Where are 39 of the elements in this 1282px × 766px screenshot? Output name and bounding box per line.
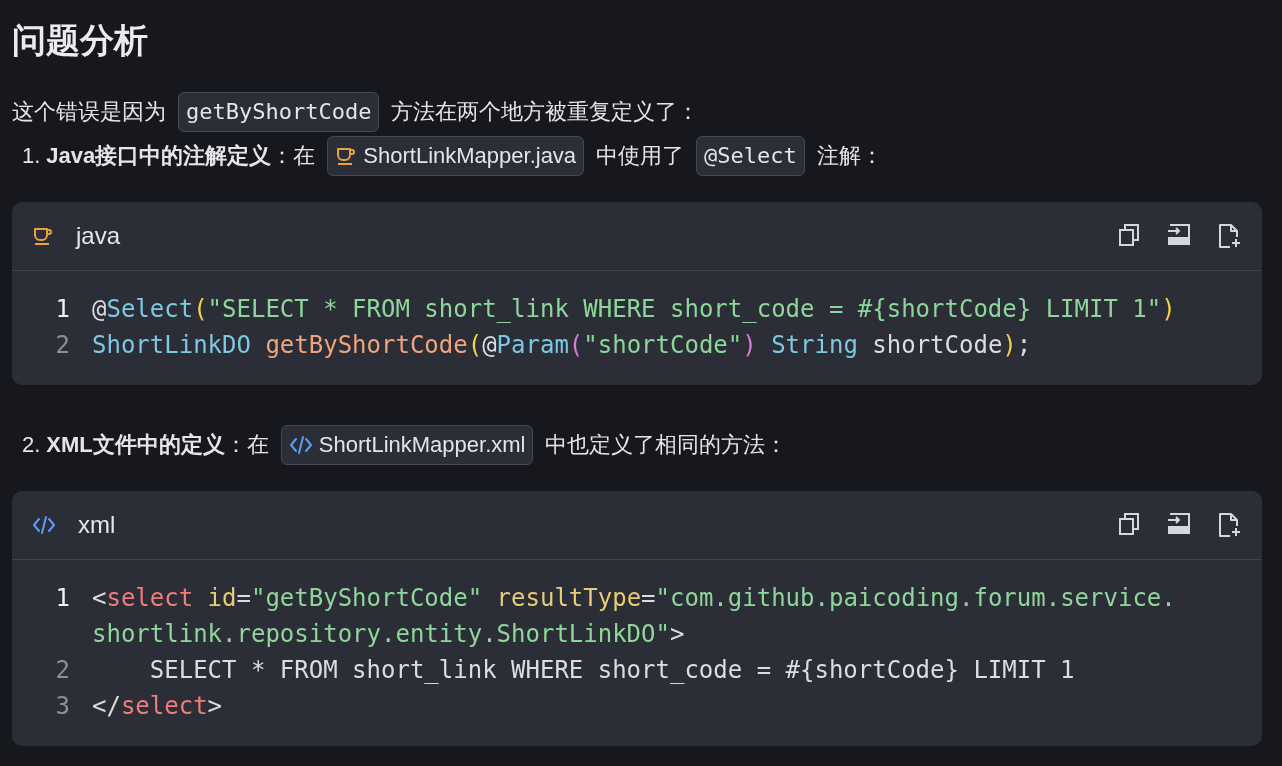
new-file-icon[interactable] — [1218, 223, 1242, 249]
copy-icon[interactable] — [1118, 223, 1140, 247]
paragraph-text: 注解： — [816, 142, 883, 170]
code-icon — [288, 434, 313, 456]
paragraph-text: 中也定义了相同的方法： — [545, 431, 788, 459]
list-number: 2. — [22, 431, 41, 459]
inline-code: getByShortCode — [178, 92, 380, 132]
bold-label: Java接口中的注解定义 — [46, 142, 272, 170]
cup-icon — [335, 145, 358, 167]
line-number: 2 — [54, 330, 71, 361]
paragraph-text: 中使用了 — [596, 142, 685, 170]
paragraph-text: 这个错误是因为 — [12, 98, 166, 126]
line-number: 3 — [54, 691, 71, 722]
paragraph-text: 方法在两个地方被重复定义了： — [391, 98, 700, 126]
code-line: SELECT * FROM short_link WHERE short_code = #{shortCode} LIMIT 1 — [148, 655, 1075, 686]
language-label: java — [76, 222, 121, 250]
copy-icon[interactable] — [1118, 512, 1140, 536]
section-heading: 问题分析 — [12, 20, 149, 61]
language-label: xml — [78, 511, 116, 539]
file-link[interactable]: ShortLinkMapper.java — [327, 136, 585, 176]
inline-code: @Select — [696, 136, 805, 176]
code-line: <select id="getByShortCode" resultType="com.github.paicoding.forum.service. — [92, 583, 1176, 614]
file-link[interactable]: ShortLinkMapper.xml — [280, 425, 534, 465]
line-number: 2 — [54, 655, 71, 686]
insert-icon[interactable] — [1166, 223, 1192, 245]
code-icon — [32, 514, 56, 536]
bold-label: XML文件中的定义 — [46, 431, 225, 459]
new-file-icon[interactable] — [1218, 512, 1242, 538]
code-line: @Select("SELECT * FROM short_link WHERE short_code = #{shortCode} LIMIT 1") — [92, 294, 1176, 325]
paragraph-text: ：在 — [271, 142, 316, 170]
code-line: </select> — [92, 691, 223, 722]
code-line: shortlink.repository.entity.ShortLinkDO"> — [92, 619, 685, 650]
line-number: 1 — [54, 583, 71, 614]
insert-icon[interactable] — [1166, 512, 1192, 534]
line-number: 1 — [54, 294, 71, 325]
cup-icon — [32, 225, 54, 247]
code-line: ShortLinkDO getByShortCode(@Param("shortCode") String shortCode); — [92, 330, 1032, 361]
paragraph-text: ：在 — [224, 431, 269, 459]
list-number: 1. — [22, 142, 41, 170]
